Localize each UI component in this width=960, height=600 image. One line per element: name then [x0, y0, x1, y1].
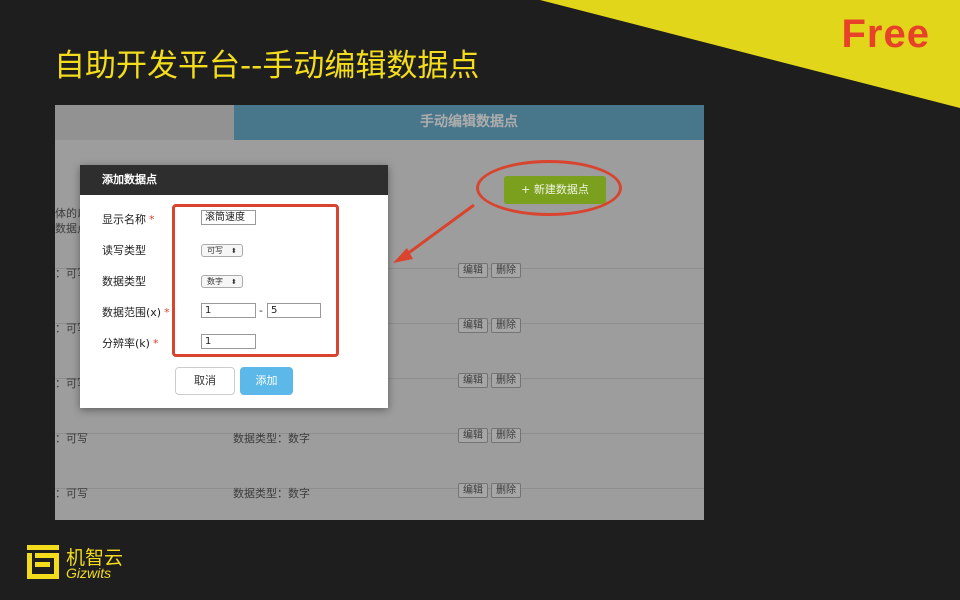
highlight-oval: [476, 160, 622, 216]
display-name-label: 显示名称 *: [102, 213, 155, 226]
add-button[interactable]: 添加: [240, 367, 293, 395]
rw-type-label: 读写类型: [102, 244, 146, 257]
data-type-label: 数据类型: [102, 275, 146, 288]
add-datapoint-dialog: 添加数据点 显示名称 * 滚筒速度 读写类型 可写 ⬍ 数据类型 数字 ⬍ 数据范围(…: [80, 165, 388, 408]
logo-english: Gizwits: [66, 565, 112, 581]
gizwits-logo-icon: [27, 545, 59, 579]
slide-title: 自助开发平台--手动编辑数据点: [54, 48, 480, 84]
cancel-button[interactable]: 取消: [175, 367, 235, 395]
screenshot: 手动编辑数据点 体的以 数据点 ：可写 编辑 删除 ：可写 编辑 删除 ：可写 …: [55, 105, 704, 520]
range-label: 数据范围(x) *: [102, 306, 170, 319]
highlight-box: [172, 204, 339, 357]
resolution-label: 分辨率(k) *: [102, 337, 159, 350]
free-badge: Free: [841, 12, 930, 56]
dialog-title: 添加数据点: [80, 165, 388, 195]
